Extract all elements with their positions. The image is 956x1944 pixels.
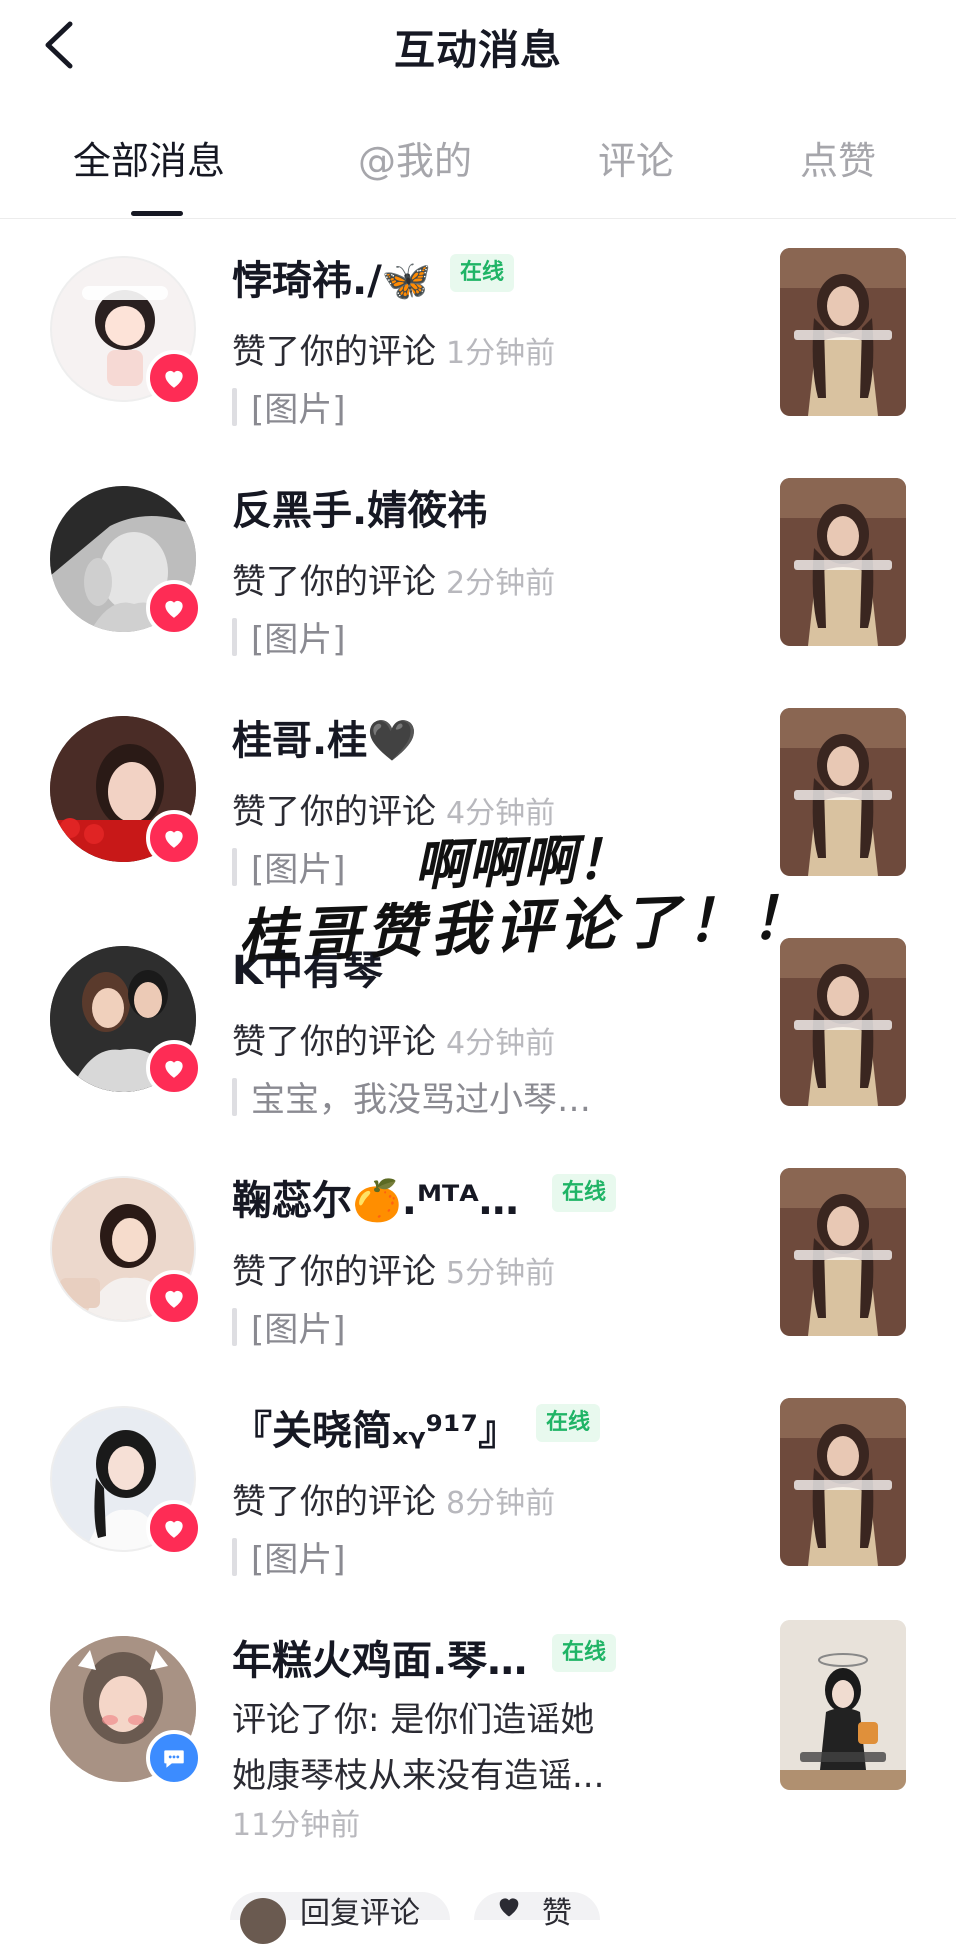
username[interactable]: 桂哥.桂🖤	[232, 708, 417, 766]
online-badge: 在线	[450, 254, 515, 292]
action-text: 赞了你的评论 1分钟前	[232, 324, 555, 373]
comment-text-line-2: 她康琴枝从来没有造谣...	[232, 1756, 605, 1796]
list-item[interactable]: 鞠蕊尔🍊.ᴹᵀᴬ… 在线 赞了你的评论 5分钟前 [图片]	[0, 1168, 956, 1376]
username[interactable]: 年糕火鸡面.琴…	[232, 1628, 527, 1686]
action-text: 赞了你的评论 5分钟前	[232, 1244, 555, 1293]
heart-icon	[165, 830, 183, 848]
heart-icon	[165, 1290, 183, 1308]
like-badge	[146, 1270, 202, 1326]
tab-likes[interactable]: 点赞	[800, 130, 876, 185]
quote-text: [图片]	[251, 390, 346, 430]
online-badge: 在线	[536, 1404, 601, 1442]
post-thumbnail[interactable]	[780, 938, 906, 1106]
action-text: 赞了你的评论 8分钟前	[232, 1474, 555, 1523]
comment-icon	[164, 1750, 184, 1768]
heart-icon	[499, 1898, 519, 1917]
post-thumbnail[interactable]	[780, 478, 906, 646]
username[interactable]: 反黑手.婧筱祎	[232, 478, 487, 536]
tab-indicator	[131, 211, 183, 216]
post-thumbnail[interactable]	[780, 1168, 906, 1336]
action-label: 赞了你的评论	[232, 562, 436, 602]
tab-all-messages[interactable]: 全部消息	[73, 130, 225, 185]
quote-bar	[232, 1537, 237, 1576]
quoted-comment[interactable]: 宝宝，我没骂过小琴…	[232, 1072, 591, 1126]
quoted-comment[interactable]: [图片]	[232, 1302, 346, 1356]
list-item[interactable]: 年糕火鸡面.琴… 在线 评论了你: 是你们造谣她 她康琴枝从来没有造谣... 1…	[0, 1620, 956, 1920]
timestamp: 1分钟前	[446, 336, 556, 371]
action-label: 赞了你的评论	[232, 1022, 436, 1062]
like-badge	[146, 580, 202, 636]
quote-text: [图片]	[251, 1310, 346, 1350]
post-thumbnail[interactable]	[780, 248, 906, 416]
heart-icon	[165, 370, 183, 388]
quoted-comment[interactable]: [图片]	[232, 382, 346, 436]
list-item[interactable]: 悖琦祎./🦋 在线 赞了你的评论 1分钟前 [图片]	[0, 248, 956, 456]
quote-text: 宝宝，我没骂过小琴…	[251, 1080, 591, 1120]
like-badge	[146, 1040, 202, 1096]
timestamp: 4分钟前	[446, 1026, 556, 1061]
like-badge	[146, 1500, 202, 1556]
list-item[interactable]: 反黑手.婧筱祎 赞了你的评论 2分钟前 [图片]	[0, 478, 956, 686]
action-label: 赞了你的评论	[232, 1482, 436, 1522]
quoted-comment[interactable]: [图片]	[232, 1532, 346, 1586]
like-badge	[146, 810, 202, 866]
comment-badge	[146, 1730, 202, 1786]
comment-text-line-1: 评论了你: 是你们造谣她	[232, 1700, 595, 1740]
post-thumbnail[interactable]	[780, 708, 906, 876]
like-button[interactable]: 赞	[474, 1892, 600, 1931]
username[interactable]: 『关晓简ₓᵧ⁹¹⁷』	[232, 1398, 518, 1456]
quote-bar	[232, 847, 237, 886]
header: 互动消息	[0, 0, 956, 92]
timestamp: 8分钟前	[446, 1486, 556, 1521]
heart-icon	[165, 1060, 183, 1078]
post-thumbnail[interactable]	[780, 1620, 906, 1790]
page-title: 互动消息	[394, 26, 562, 74]
quote-text: [图片]	[251, 850, 346, 890]
timestamp: 5分钟前	[446, 1256, 556, 1291]
action-label: 赞了你的评论	[232, 332, 436, 372]
quote-text: [图片]	[251, 1540, 346, 1580]
quote-bar	[232, 1307, 237, 1346]
action-label: 赞了你的评论	[232, 1252, 436, 1292]
quoted-comment[interactable]: [图片]	[232, 612, 346, 666]
heart-icon	[165, 600, 183, 618]
quote-bar	[232, 387, 237, 426]
post-thumbnail[interactable]	[780, 1398, 906, 1566]
online-badge: 在线	[552, 1634, 617, 1672]
like-badge	[146, 350, 202, 406]
online-badge: 在线	[552, 1174, 617, 1212]
heart-icon	[165, 1520, 183, 1538]
avatar	[240, 1898, 286, 1944]
action-text: 赞了你的评论 4分钟前	[232, 1014, 555, 1063]
quote-text: [图片]	[251, 620, 346, 660]
quote-bar	[232, 1077, 237, 1116]
like-label: 赞	[542, 1896, 572, 1931]
reply-comment-button[interactable]: 回复评论	[230, 1892, 450, 1944]
reply-label: 回复评论	[300, 1896, 420, 1931]
timestamp: 2分钟前	[446, 566, 556, 601]
username[interactable]: 鞠蕊尔🍊.ᴹᵀᴬ…	[232, 1168, 519, 1226]
action-label: 赞了你的评论	[232, 792, 436, 832]
list-item[interactable]: 『关晓简ₓᵧ⁹¹⁷』 在线 赞了你的评论 8分钟前 [图片]	[0, 1398, 956, 1606]
tab-comments[interactable]: 评论	[598, 130, 674, 185]
list-item[interactable]: K中有琴 赞了你的评论 4分钟前 宝宝，我没骂过小琴…	[0, 938, 956, 1146]
action-text: 赞了你的评论 2分钟前	[232, 554, 555, 603]
timestamp: 11分钟前	[232, 1808, 361, 1843]
quote-bar	[232, 617, 237, 656]
tab-mentions[interactable]: @我的	[358, 130, 472, 185]
username[interactable]: 悖琦祎./🦋	[232, 248, 432, 306]
tab-bar: 全部消息 @我的 评论 点赞	[0, 130, 956, 219]
